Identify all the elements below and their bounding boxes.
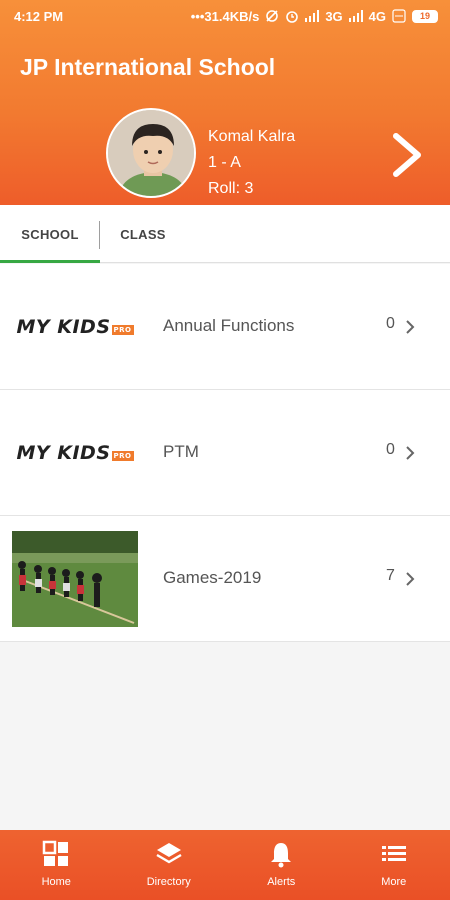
album-count: 0 (386, 315, 395, 332)
album-count: 7 (386, 567, 395, 584)
list-icon (381, 846, 406, 861)
mykids-logo: MY KIDS PRO (16, 441, 134, 464)
status-time: 4:12 PM (14, 8, 64, 24)
battery-icon: 19 (412, 9, 438, 23)
student-info: Komal Kalra 1 - A Roll: 3 (208, 124, 295, 202)
bottom-nav: Home Directory Alerts More (0, 830, 450, 900)
volte-icon (392, 9, 406, 23)
tab-class[interactable]: CLASS (100, 205, 186, 263)
tab-bar: SCHOOL CLASS (0, 205, 450, 263)
student-avatar[interactable] (106, 108, 196, 198)
student-class: 1 - A (208, 154, 241, 171)
album-thumbnail: MY KIDS PRO (0, 264, 150, 389)
sync-off-icon (266, 10, 279, 22)
grid-icon (43, 840, 69, 866)
nav-directory-label: Directory (146, 876, 191, 888)
alarm-icon (286, 11, 299, 23)
album-thumbnail: MY KIDS PRO (0, 390, 150, 515)
student-photo (108, 110, 194, 196)
album-title: Annual Functions (163, 316, 295, 335)
nav-alerts-label: Alerts (267, 876, 296, 888)
layers-icon (156, 843, 182, 864)
header: 4:12 PM •••31.4KB/s 3G 4G 19 JP Internat… (0, 0, 450, 205)
network-4g: 4G (368, 8, 386, 24)
status-bar: 4:12 PM •••31.4KB/s 3G 4G 19 (0, 0, 450, 32)
signal-icon (305, 10, 320, 22)
album-thumbnail (0, 516, 150, 641)
tug-of-war-photo (12, 530, 138, 627)
signal-icon (348, 10, 363, 22)
logo-badge: PRO (111, 450, 134, 461)
nav-home[interactable]: Home (0, 830, 113, 900)
album-list: MY KIDS PRO Annual Functions 0 MY KIDS P… (0, 264, 450, 642)
album-count: 0 (386, 441, 395, 458)
nav-directory[interactable]: Directory (113, 830, 226, 900)
chevron-right-icon (406, 446, 415, 460)
chevron-right-icon (406, 572, 415, 586)
logo-badge: PRO (111, 324, 134, 335)
nav-more[interactable]: More (338, 830, 450, 900)
tab-school[interactable]: SCHOOL (0, 205, 100, 263)
nav-home-label: Home (41, 876, 71, 888)
network-speed: •••31.4KB/s (190, 8, 260, 24)
school-title: JP International School (20, 54, 276, 80)
status-icons: •••31.4KB/s 3G 4G 19 (191, 9, 438, 24)
album-title: Games-2019 (163, 568, 262, 587)
album-row[interactable]: Games-2019 7 (0, 516, 450, 642)
nav-more-label: More (381, 876, 407, 888)
network-3g: 3G (325, 8, 343, 24)
tab-active-indicator (0, 260, 100, 263)
album-row[interactable]: MY KIDS PRO PTM 0 (0, 390, 450, 516)
chevron-right-icon (406, 320, 415, 334)
student-roll: Roll: 3 (208, 180, 254, 197)
logo-text: MY KIDS (16, 315, 111, 338)
album-title: PTM (163, 442, 199, 461)
nav-alerts[interactable]: Alerts (225, 830, 338, 900)
album-row[interactable]: MY KIDS PRO Annual Functions 0 (0, 264, 450, 390)
mykids-logo: MY KIDS PRO (16, 315, 134, 338)
chevron-right-icon[interactable] (388, 132, 424, 178)
student-name: Komal Kalra (208, 128, 296, 145)
logo-text: MY KIDS (16, 441, 111, 464)
bell-icon (271, 843, 292, 868)
